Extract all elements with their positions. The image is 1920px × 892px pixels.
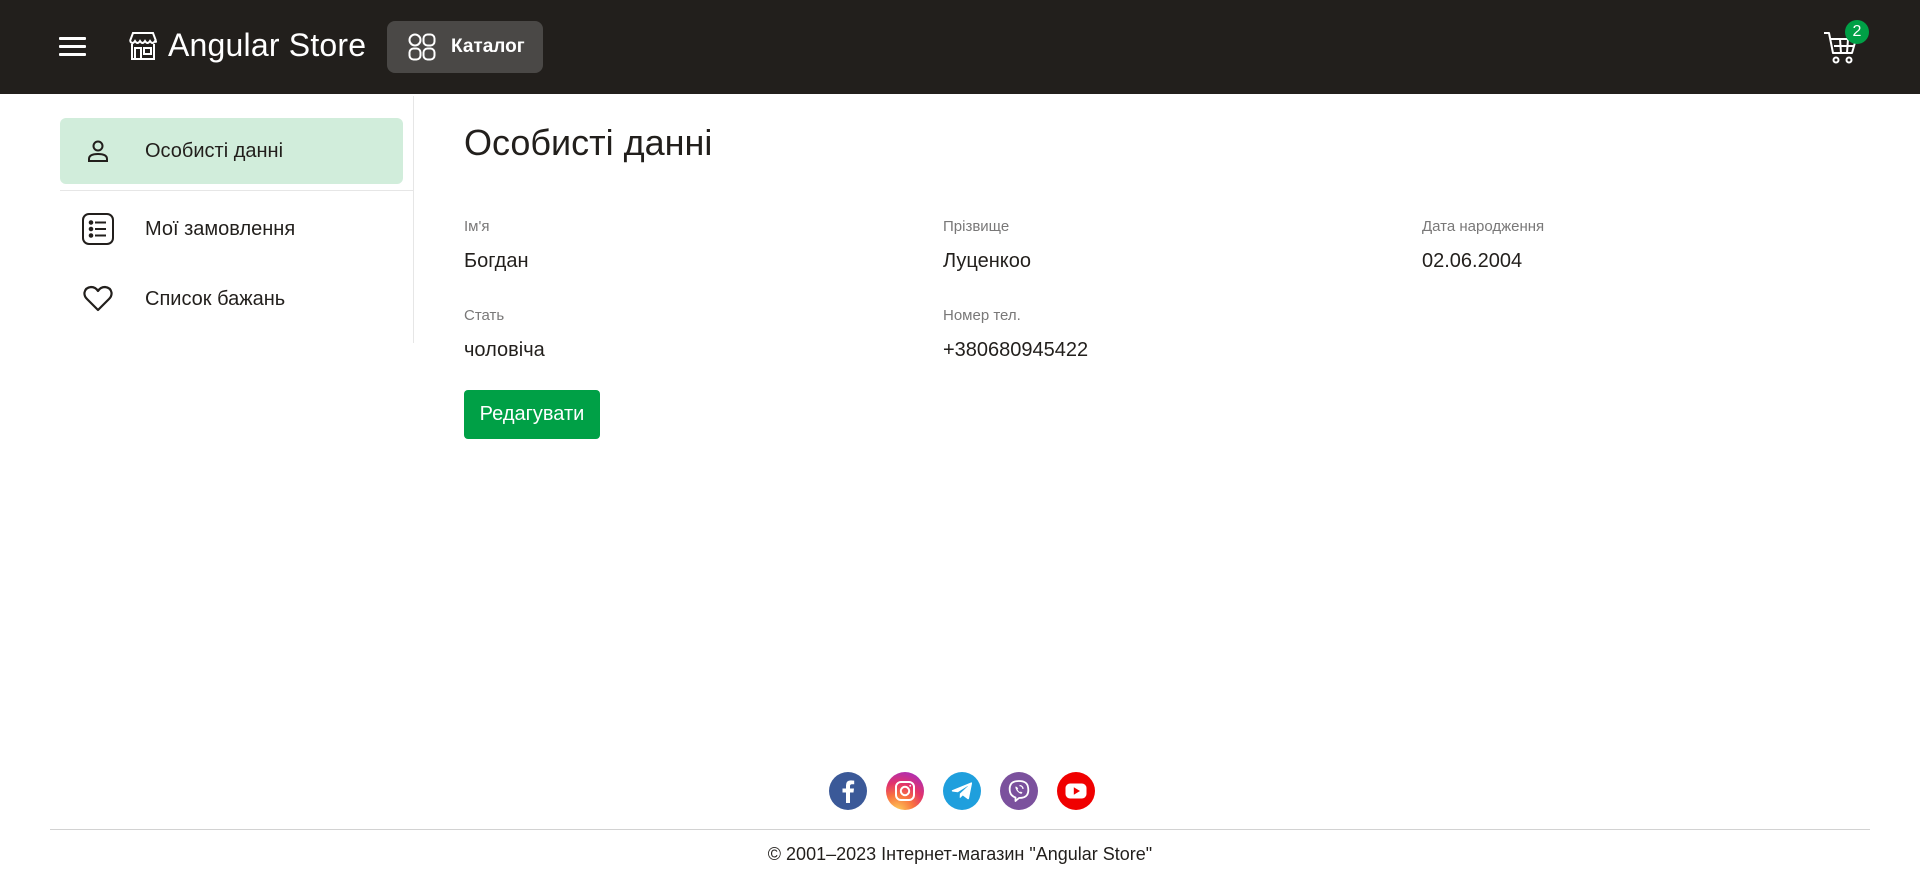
edit-profile-button[interactable]: Редагувати (464, 390, 600, 439)
sidebar-divider (60, 190, 414, 191)
copyright-text: © 2001–2023 Інтернет-магазин "Angular St… (767, 844, 1153, 864)
first-name-label: Ім'я (464, 218, 490, 235)
catalog-label: Каталог (451, 36, 525, 57)
top-bar: Angular Store Каталог 2 (0, 0, 1920, 94)
logo-link[interactable]: Angular Store (126, 27, 366, 64)
instagram-icon[interactable] (886, 772, 924, 810)
page-title: Особисті данні (464, 122, 713, 163)
birth-date-label: Дата народження (1422, 218, 1545, 235)
sidebar-item-personal-data[interactable]: Особисті данні (60, 118, 403, 184)
facebook-icon[interactable] (829, 772, 867, 810)
sidebar-item-orders[interactable]: Мої замовлення (60, 196, 403, 262)
brand-name: Angular Store (168, 27, 367, 63)
first-name-value: Богдан (464, 250, 529, 272)
sidebar-item-label: Мої замовлення (145, 217, 296, 240)
last-name-label: Прізвище (943, 218, 1010, 235)
gender-label: Стать (464, 307, 505, 324)
store-icon (129, 31, 157, 60)
gender-value: чоловіча (464, 339, 545, 361)
phone-value: +380680945422 (943, 339, 1089, 361)
sidebar-item-label: Список бажань (145, 287, 286, 310)
phone-label: Номер тел. (943, 307, 1021, 324)
menu-icon[interactable] (52, 31, 94, 63)
telegram-icon[interactable] (943, 772, 981, 810)
account-sidebar: Особисті данні Мої замовлення Список баж… (50, 96, 414, 343)
youtube-icon[interactable] (1057, 772, 1095, 810)
birth-date-value: 02.06.2004 (1422, 250, 1523, 272)
sidebar-item-wishlist[interactable]: Список бажань (60, 266, 403, 332)
list-icon (82, 213, 114, 245)
catalog-button[interactable]: Каталог (387, 21, 543, 73)
last-name-value: Луценкоо (943, 250, 1031, 272)
heart-icon (83, 285, 113, 312)
viber-icon[interactable] (1000, 772, 1038, 810)
footer-divider (50, 829, 1870, 830)
user-icon (88, 140, 108, 162)
cart-count-badge: 2 (1845, 20, 1869, 44)
social-links (829, 772, 1095, 810)
catalog-grid-icon (408, 33, 436, 61)
sidebar-item-label: Особисті данні (145, 139, 284, 162)
